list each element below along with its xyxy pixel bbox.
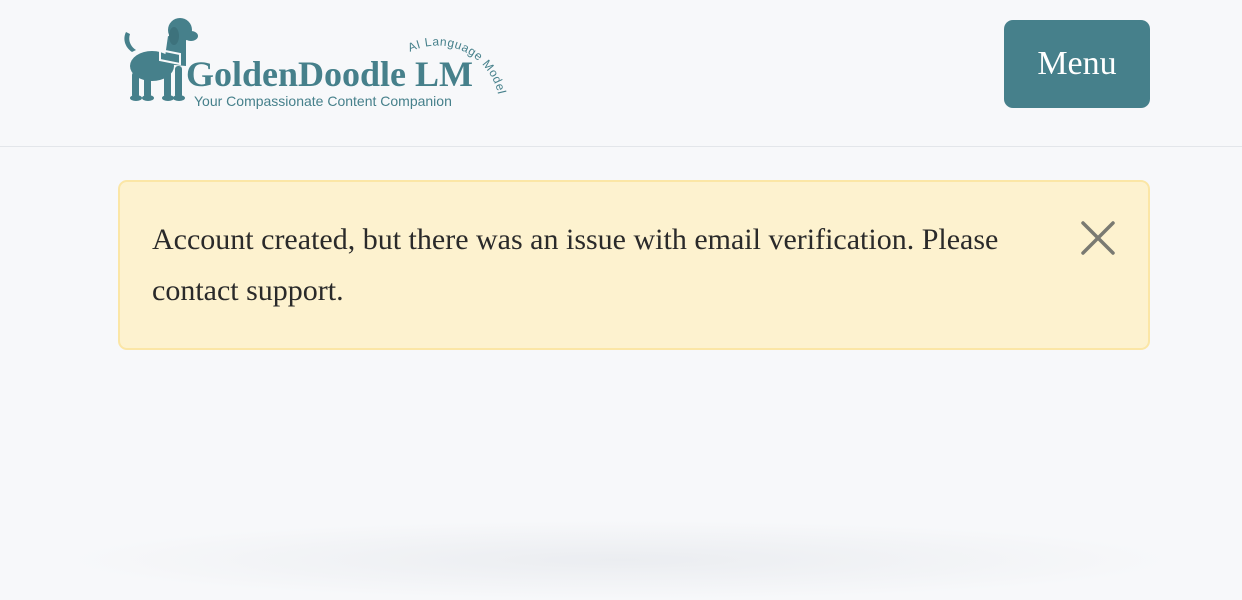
menu-button[interactable]: Menu: [1004, 20, 1150, 108]
close-icon: [1081, 221, 1115, 255]
site-header: GoldenDoodle LM Your Compassionate Conte…: [0, 0, 1242, 147]
brand-name: GoldenDoodle LM: [186, 54, 473, 94]
warning-alert: Account created, but there was an issue …: [118, 180, 1150, 350]
brand-logo[interactable]: GoldenDoodle LM Your Compassionate Conte…: [120, 14, 510, 114]
logo-graphic: GoldenDoodle LM Your Compassionate Conte…: [124, 18, 508, 109]
brand-tagline: Your Compassionate Content Companion: [194, 93, 452, 109]
alert-message: Account created, but there was an issue …: [152, 223, 999, 307]
alert-close-button[interactable]: [1078, 218, 1118, 258]
footer-shadow: [60, 520, 1180, 600]
